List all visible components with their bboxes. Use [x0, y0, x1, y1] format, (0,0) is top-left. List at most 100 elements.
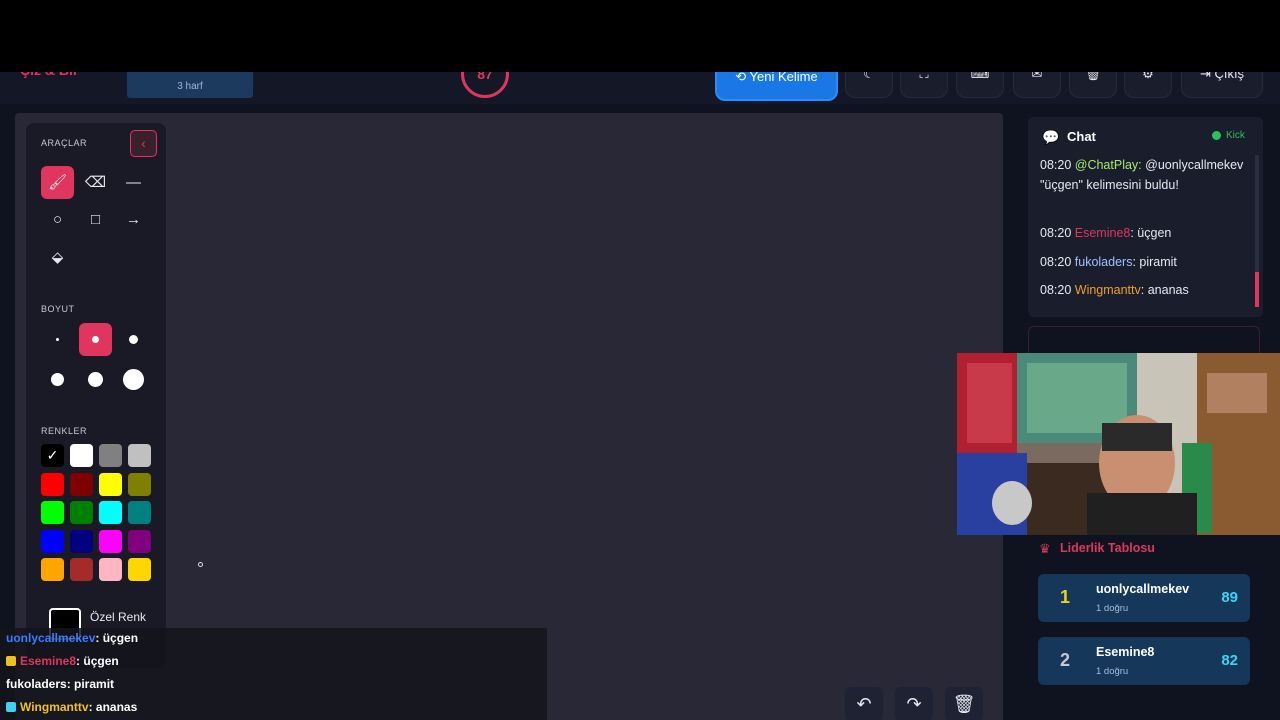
eraser-icon: ⌫ [84, 174, 107, 191]
chat-title: Chat [1067, 129, 1096, 144]
chat-text: : ananas [1140, 283, 1189, 297]
brush-tool[interactable]: 🖌 [41, 166, 74, 199]
check-icon: ✓ [46, 447, 59, 463]
overlay-username: fukoladers [6, 677, 67, 691]
leaderboard-score: 89 [1221, 589, 1238, 606]
chat-text: @uonlycallmekev "üçgen" kelimesini buldu… [1040, 158, 1244, 192]
stream-chat-overlay: uonlycallmekev: üçgen Esemine8: üçgen fu… [0, 628, 547, 720]
leaderboard-correct-count: 1 doğru [1096, 603, 1129, 614]
color-swatch[interactable] [70, 444, 93, 467]
color-swatch[interactable] [99, 472, 122, 496]
color-swatch[interactable] [70, 529, 93, 553]
undo-icon: ↶ [856, 694, 872, 714]
color-swatch[interactable] [70, 472, 93, 496]
color-swatch[interactable] [128, 558, 151, 581]
platform-status: Kick [1226, 130, 1245, 141]
subscriber-badge-icon [6, 656, 16, 666]
line-icon: — [126, 174, 141, 191]
collapse-panel-button[interactable]: ‹ [130, 130, 157, 157]
chat-message: 08:20 Esemine8: üçgen [1040, 223, 1245, 243]
verified-badge-icon [6, 702, 16, 712]
line-tool[interactable]: — [117, 166, 150, 199]
chevron-left-icon: ‹ [141, 135, 146, 151]
circle-icon: ○ [52, 211, 63, 228]
chat-bubbles-icon: 💬 [1042, 129, 1060, 145]
overlay-chat-row: uonlycallmekev: üçgen [0, 628, 547, 651]
leaderboard-name: Esemine8 [1096, 645, 1155, 659]
arrow-tool[interactable]: → [117, 203, 150, 236]
chat-username: Wingmanttv [1074, 283, 1141, 297]
color-swatch[interactable] [128, 472, 151, 496]
color-swatch[interactable] [70, 558, 93, 581]
trash-icon: 🗑 [952, 694, 976, 714]
circle-tool[interactable]: ○ [41, 203, 74, 236]
colors-label: RENKLER [41, 426, 88, 436]
rectangle-icon: □ [90, 211, 101, 228]
panel-frame [1028, 326, 1260, 354]
chat-time: 08:20 [1040, 226, 1072, 240]
size-option-5[interactable] [79, 363, 112, 396]
paint-bucket-icon: ⬙ [51, 249, 64, 266]
size-option-4[interactable] [41, 363, 74, 396]
chat-username: @ChatPlay: [1074, 158, 1142, 172]
color-swatch[interactable] [99, 529, 122, 553]
overlay-message: : piramit [66, 677, 115, 691]
leaderboard-rank: 1 [1060, 587, 1071, 607]
overlay-username: uonlycallmekev [6, 631, 96, 645]
leaderboard-rank: 2 [1060, 650, 1071, 670]
rectangle-tool[interactable]: □ [79, 203, 112, 236]
color-swatch[interactable] [99, 501, 122, 524]
leaderboard-entry: 2 Esemine8 1 doğru 82 [1038, 637, 1250, 685]
overlay-username: Wingmanttv [20, 700, 89, 714]
leaderboard-title: Liderlik Tablosu [1060, 541, 1155, 555]
color-swatch[interactable] [41, 501, 64, 524]
color-swatch[interactable]: ✓ [41, 444, 64, 467]
chat-time: 08:20 [1040, 158, 1072, 172]
color-swatch[interactable] [128, 501, 151, 524]
redo-button[interactable]: ↷ [895, 687, 933, 720]
fill-tool[interactable]: ⬙ [41, 241, 74, 274]
chat-message: 08:20 Wingmanttv: ananas [1040, 280, 1245, 300]
size-option-6[interactable] [117, 363, 150, 396]
custom-color-label: Özel Renk [90, 610, 147, 624]
color-swatch[interactable] [41, 472, 64, 496]
chat-text: : piramit [1132, 255, 1177, 269]
webcam-image [957, 353, 1280, 535]
color-swatch[interactable] [70, 501, 93, 524]
size-option-1[interactable] [41, 323, 74, 356]
app-window: Çiz & Bil 3 harf 87 ⟲ Yeni Kelime ☾ ⛶ ⌨ … [0, 0, 1280, 720]
status-dot-icon [1212, 131, 1221, 140]
color-swatch[interactable] [128, 529, 151, 553]
webcam-overlay [957, 353, 1280, 535]
overlay-chat-row: Esemine8: üçgen [0, 651, 547, 674]
word-length-hint: 3 harf [177, 81, 203, 92]
tools-label: ARAÇLAR [41, 138, 88, 148]
color-swatch[interactable] [128, 444, 151, 467]
size-option-2[interactable] [79, 323, 112, 356]
color-swatch[interactable] [99, 444, 122, 467]
overlay-message: : üçgen [95, 631, 139, 645]
size-option-3[interactable] [117, 323, 150, 356]
chat-username: fukoladers [1074, 255, 1133, 269]
crown-icon: ♛ [1039, 541, 1051, 556]
size-label: BOYUT [41, 304, 75, 314]
leaderboard-name: uonlycallmekev [1096, 582, 1190, 596]
chat-message: 08:20 fukoladers: piramit [1040, 252, 1245, 272]
undo-button[interactable]: ↶ [845, 687, 883, 720]
color-swatch[interactable] [41, 558, 64, 581]
color-swatch[interactable] [99, 558, 122, 581]
color-swatch[interactable] [41, 529, 64, 553]
chat-username: Esemine8 [1074, 226, 1131, 240]
chat-time: 08:20 [1040, 283, 1072, 297]
brush-icon: 🖌 [47, 174, 68, 191]
clear-canvas-button[interactable]: 🗑 [945, 687, 983, 720]
chat-message: 08:20 @ChatPlay: @uonlycallmekev "üçgen"… [1040, 155, 1245, 195]
leaderboard-score: 82 [1221, 652, 1238, 669]
chat-scrollbar-thumb[interactable] [1255, 272, 1259, 307]
overlay-chat-row: fukoladers: piramit [0, 674, 547, 697]
overlay-message: : ananas [88, 700, 138, 714]
overlay-chat-row: Wingmanttv: ananas [0, 697, 547, 720]
redo-icon: ↷ [906, 694, 922, 714]
eraser-tool[interactable]: ⌫ [79, 166, 112, 199]
letterbox-bar [0, 0, 1280, 72]
